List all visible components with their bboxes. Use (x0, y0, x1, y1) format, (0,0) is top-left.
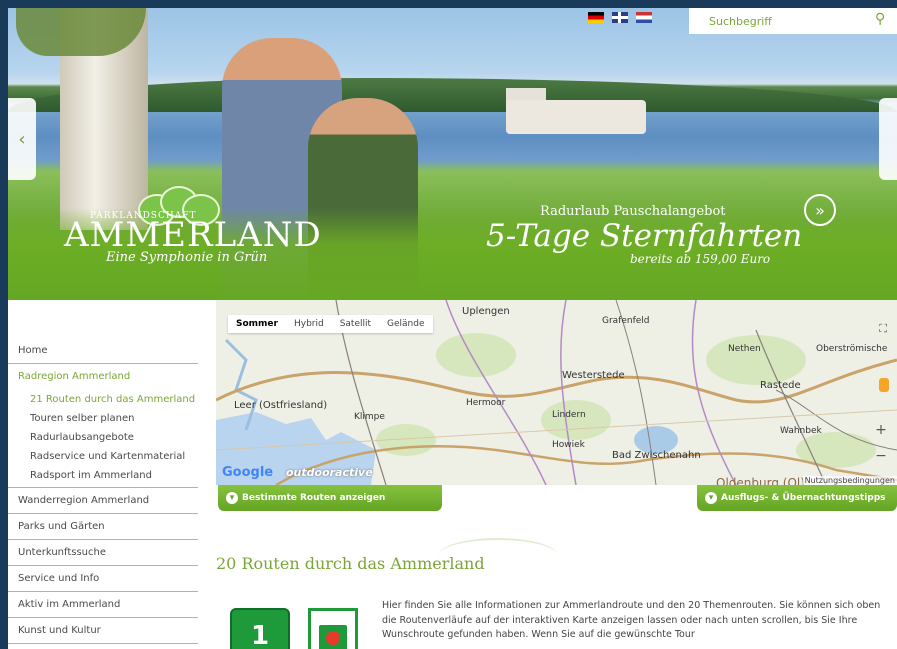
map-place-label: Grafenfeld (602, 316, 650, 326)
maptype-sommer[interactable]: Sommer (228, 315, 286, 333)
double-chevron-right-icon: » (815, 200, 825, 220)
show-routes-button[interactable]: ▾ Bestimmte Routen anzeigen (218, 485, 442, 511)
flag-de-icon[interactable] (588, 12, 604, 23)
sidebar-subnav: 21 Routen durch das Ammerland Touren sel… (8, 390, 198, 488)
sidebar-subitem-radservice[interactable]: Radservice und Kartenmaterial (8, 447, 198, 466)
language-switcher (588, 12, 652, 23)
hero-house (506, 100, 646, 134)
sidebar-subitem-radsport[interactable]: Radsport im Ammerland (8, 466, 198, 485)
search-input[interactable] (689, 8, 879, 34)
sidebar-nav: Home Radregion Ammerland 21 Routen durch… (8, 338, 198, 644)
sidebar-item-unterkunft[interactable]: Unterkunftssuche (8, 540, 198, 566)
google-logo: Google (222, 465, 274, 480)
map-place-label: Klimpe (354, 412, 385, 422)
map-place-label: Lindern (552, 410, 586, 420)
page-title: 20 Routen durch das Ammerland (216, 554, 485, 573)
chevron-down-icon: ▾ (705, 492, 717, 504)
search-box: ⚲ (689, 8, 897, 34)
fullscreen-icon[interactable]: ⛶ (879, 322, 887, 336)
sidebar-item-home[interactable]: Home (8, 338, 198, 364)
logo-title[interactable]: AMMERLAND (64, 218, 322, 252)
map-place-label: Wahnbek (780, 426, 822, 436)
sidebar-item-radregion[interactable]: Radregion Ammerland (8, 364, 198, 390)
sidebar-item-parks[interactable]: Parks und Gärten (8, 514, 198, 540)
search-icon[interactable]: ⚲ (875, 12, 889, 26)
map-place-label: Howiek (552, 440, 585, 450)
map-terms-link[interactable]: Nutzungsbedingungen (802, 476, 897, 485)
promo-title[interactable]: 5-Tage Sternfahrten (486, 218, 802, 254)
zoom-out-button[interactable]: − (873, 448, 889, 464)
bike-route-sign-icon (308, 608, 358, 649)
chevron-left-icon: ‹ (18, 128, 26, 150)
tips-button[interactable]: ▾ Ausflugs- & Übernachtungstipps (697, 485, 897, 511)
slider-next-button[interactable] (879, 98, 897, 180)
sidebar-item-aktiv[interactable]: Aktiv im Ammerland (8, 592, 198, 618)
promo-arrow-button[interactable]: » (804, 194, 836, 226)
maptype-gelaende[interactable]: Gelände (379, 315, 432, 333)
slider-prev-button[interactable]: ‹ (8, 98, 36, 180)
flag-nl-icon[interactable] (636, 12, 652, 23)
map-place-label: Westerstede (562, 370, 625, 381)
map-place-label: Leer (Ostfriesland) (234, 400, 328, 411)
sidebar-subitem-radurlaub[interactable]: Radurlaubsangebote (8, 428, 198, 447)
promo-price: bereits ab 159,00 Euro (630, 252, 771, 266)
map-place-label: Rastede (760, 380, 801, 391)
show-routes-label: Bestimmte Routen anzeigen (242, 493, 386, 503)
map-place-label: Nethen (728, 344, 761, 354)
zoom-in-button[interactable]: + (873, 422, 889, 438)
maptype-satellit[interactable]: Satellit (332, 315, 379, 333)
interactive-map[interactable]: Sommer Hybrid Satellit Gelände Uplengen … (216, 300, 897, 485)
sidebar-item-service[interactable]: Service und Info (8, 566, 198, 592)
sidebar-item-kunst[interactable]: Kunst und Kultur (8, 618, 198, 644)
map-place-label: Hermoor (466, 398, 506, 408)
sidebar-subitem-touren[interactable]: Touren selber planen (8, 409, 198, 428)
sidebar-item-wanderregion[interactable]: Wanderregion Ammerland (8, 488, 198, 514)
map-place-label: Bad Zwischenahn (612, 450, 701, 461)
page-frame: ‹ PARKLANDSCHAFT AMMERLAND Eine Symphoni… (8, 8, 897, 649)
chevron-down-icon: ▾ (226, 492, 238, 504)
map-place-label: Uplengen (462, 306, 510, 317)
logo-subtitle: Eine Symphonie in Grün (106, 250, 268, 265)
promo-subtitle: Radurlaub Pauschalangebot (540, 204, 726, 219)
intro-text: Hier finden Sie alle Informationen zur A… (382, 600, 881, 640)
route-number-badge: 1 (230, 608, 290, 649)
sidebar-subitem-21-routen[interactable]: 21 Routen durch das Ammerland (8, 390, 198, 409)
maptype-hybrid[interactable]: Hybrid (286, 315, 332, 333)
outdooractive-logo: outdooractive (286, 466, 373, 479)
tips-label: Ausflugs- & Übernachtungstipps (721, 493, 886, 503)
map-place-label: Oberströmische (816, 344, 888, 354)
map-place-label: Oldenburg (Ol) (716, 476, 805, 485)
flag-en-icon[interactable] (612, 12, 628, 23)
map-type-switcher: Sommer Hybrid Satellit Gelände (228, 315, 433, 333)
hero-banner[interactable]: ‹ PARKLANDSCHAFT AMMERLAND Eine Symphoni… (8, 8, 897, 300)
streetview-pegman-icon[interactable] (879, 378, 889, 392)
